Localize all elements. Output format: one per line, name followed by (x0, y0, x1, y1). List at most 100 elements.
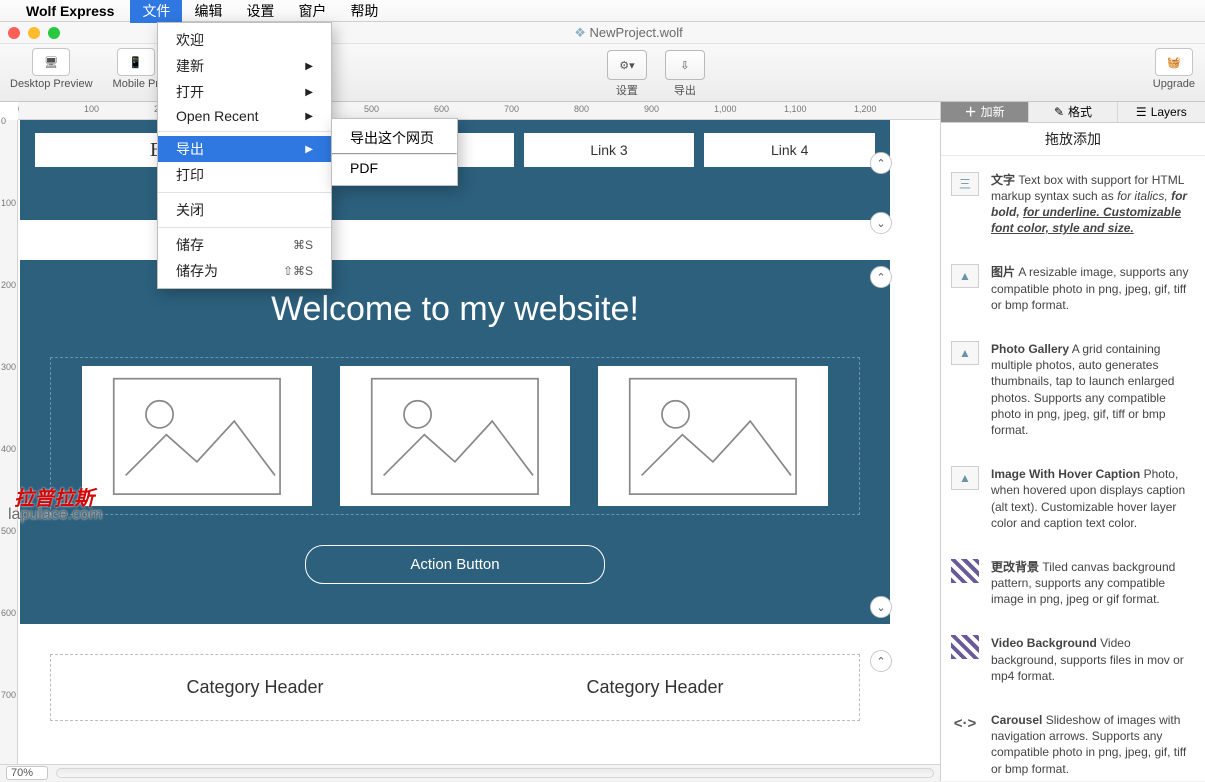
tab-label: 加新 (981, 103, 1005, 120)
toolbar-label: 设置 (607, 82, 647, 98)
ruler-vertical: 0100200300400500600700800 (0, 120, 18, 764)
component-item[interactable]: <·>Carousel Slideshow of images with nav… (951, 702, 1195, 781)
mobile-icon: 📱 (117, 48, 155, 76)
menu-item[interactable]: 储存为⇧⌘S (158, 258, 331, 284)
chevron-down-icon[interactable]: ⌄ (870, 212, 892, 234)
file-menu-dropdown: 欢迎建新▶打开▶Open Recent▶ 导出▶打印关闭储存⌘S储存为⇧⌘S (157, 22, 332, 289)
export-icon: ⇩ (665, 50, 705, 80)
submenu-item[interactable]: PDF (332, 155, 457, 181)
canvas-area: 01002003004005006007008009001,0001,1001,… (0, 102, 940, 764)
image-icon: ▲ (951, 264, 979, 288)
menu-settings[interactable]: 设置 (234, 0, 286, 23)
desktop-icon: 🖥 (32, 48, 70, 76)
menu-file[interactable]: 文件 (130, 0, 182, 23)
basket-icon: 🧺 (1155, 48, 1193, 76)
hero-section[interactable]: ⌃ Welcome to my website! Action Button ⌄ (20, 260, 890, 624)
menu-item[interactable]: 打开▶ (158, 79, 331, 105)
zoom-icon[interactable] (48, 27, 60, 39)
tab-add[interactable]: ＋加新 (941, 102, 1029, 122)
watermark: lapulace.com (8, 506, 102, 524)
chevron-up-icon[interactable]: ⌃ (870, 266, 892, 288)
upgrade-button[interactable]: 🧺 Upgrade (1153, 48, 1195, 90)
category-header[interactable]: Category Header (475, 663, 835, 712)
page-canvas[interactable]: Brand Link 2 Link 3 Link 4 ⌃ ⌄ ⌃ Welcome… (20, 120, 890, 721)
right-panel: ＋加新 ✎ 格式 ☰ Layers 拖放添加 三文字 Text box with s… (940, 102, 1205, 781)
component-title: Photo Gallery (991, 342, 1069, 356)
component-item[interactable]: Video Background Video background, suppo… (951, 625, 1195, 702)
window-title-text: NewProject.wolf (590, 25, 683, 40)
horizontal-scrollbar[interactable] (56, 768, 934, 778)
menu-help[interactable]: 帮助 (338, 0, 390, 23)
image-row[interactable] (50, 357, 860, 515)
status-bar: 70% (0, 764, 940, 781)
menu-item[interactable]: Open Recent▶ (158, 105, 331, 127)
nav-link[interactable]: Link 4 (703, 132, 876, 168)
image-icon: ▲ (951, 466, 979, 490)
pencil-icon: ✎ (1054, 105, 1064, 119)
text-icon: 三 (951, 172, 979, 196)
component-item[interactable]: ▲ Photo Gallery A grid containing multipl… (951, 331, 1195, 456)
plus-icon: ＋ (965, 103, 977, 120)
zoom-select[interactable]: 70% (6, 766, 48, 780)
menu-item[interactable]: 导出▶ (158, 136, 331, 162)
pattern-icon (951, 635, 979, 659)
menu-edit[interactable]: 编辑 (182, 0, 234, 23)
panel-subtitle: 拖放添加 (941, 123, 1205, 156)
component-title: Video Background (991, 636, 1097, 650)
tab-label: 格式 (1068, 103, 1092, 120)
component-title: 文字 (991, 173, 1015, 187)
settings-button[interactable]: ⚙︎▾ 设置 (607, 50, 647, 98)
menu-window[interactable]: 窗户 (286, 0, 338, 23)
menu-item[interactable]: 打印 (158, 162, 331, 188)
placeholder-image[interactable] (82, 366, 312, 506)
component-title: 更改背景 (991, 560, 1039, 574)
toolbar-label: Desktop Preview (10, 78, 93, 90)
mobile-preview-button[interactable]: 📱 Mobile Pr (113, 48, 159, 90)
export-submenu: 导出这个网页PDF (331, 118, 458, 186)
layers-icon: ☰ (1136, 105, 1147, 119)
tab-label: Layers (1151, 105, 1187, 119)
toolbar-label: 导出 (665, 82, 705, 98)
component-title: Carousel (991, 713, 1042, 727)
menu-item[interactable]: 欢迎 (158, 27, 331, 53)
toolbar-label: Upgrade (1153, 78, 1195, 90)
component-list: 三文字 Text box with support for HTML marku… (941, 156, 1205, 781)
category-header[interactable]: Category Header (75, 663, 435, 712)
nav-link[interactable]: Link 3 (523, 132, 696, 168)
desktop-preview-button[interactable]: 🖥 Desktop Preview (10, 48, 93, 90)
component-item[interactable]: ▲Image With Hover Caption Photo, when ho… (951, 456, 1195, 549)
component-title: 图片 (991, 265, 1015, 279)
mac-menubar: Wolf Express 文件 编辑 设置 窗户 帮助 (0, 0, 1205, 22)
export-button[interactable]: ⇩ 导出 (665, 50, 705, 98)
component-desc: A grid containing multiple photos, auto … (991, 342, 1174, 437)
menu-item[interactable]: 储存⌘S (158, 232, 331, 258)
chevron-up-icon[interactable]: ⌃ (870, 152, 892, 174)
image-icon: ▲ (951, 341, 979, 365)
component-title: Image With Hover Caption (991, 467, 1140, 481)
hero-title[interactable]: Welcome to my website! (50, 290, 860, 329)
app-name[interactable]: Wolf Express (26, 3, 114, 19)
tab-layers[interactable]: ☰ Layers (1118, 102, 1205, 122)
tab-format[interactable]: ✎ 格式 (1029, 102, 1117, 122)
component-desc: Text box with support for HTML markup sy… (991, 173, 1187, 236)
gear-icon: ⚙︎▾ (607, 50, 647, 80)
pattern-icon (951, 559, 979, 583)
menu-item[interactable]: 关闭 (158, 197, 331, 223)
submenu-item[interactable]: 导出这个网页 (332, 123, 457, 153)
component-item[interactable]: ▲ 图片 A resizable image, supports any comp… (951, 254, 1195, 331)
menu-item[interactable]: 建新▶ (158, 53, 331, 79)
placeholder-image[interactable] (598, 366, 828, 506)
carousel-icon: <·> (951, 712, 979, 736)
component-item[interactable]: 更改背景 Tiled canvas background pattern, su… (951, 549, 1195, 626)
action-button[interactable]: Action Button (305, 545, 605, 584)
toolbar-label: Mobile Pr (113, 78, 159, 90)
category-section[interactable]: ⌃ Category Header Category Header (20, 654, 890, 721)
stage[interactable]: Brand Link 2 Link 3 Link 4 ⌃ ⌄ ⌃ Welcome… (18, 120, 920, 764)
close-icon[interactable] (8, 27, 20, 39)
component-item[interactable]: 三文字 Text box with support for HTML marku… (951, 162, 1195, 255)
chevron-down-icon[interactable]: ⌄ (870, 596, 892, 618)
placeholder-image[interactable] (340, 366, 570, 506)
minimize-icon[interactable] (28, 27, 40, 39)
chevron-up-icon[interactable]: ⌃ (870, 650, 892, 672)
component-desc: A resizable image, supports any compatib… (991, 265, 1188, 311)
